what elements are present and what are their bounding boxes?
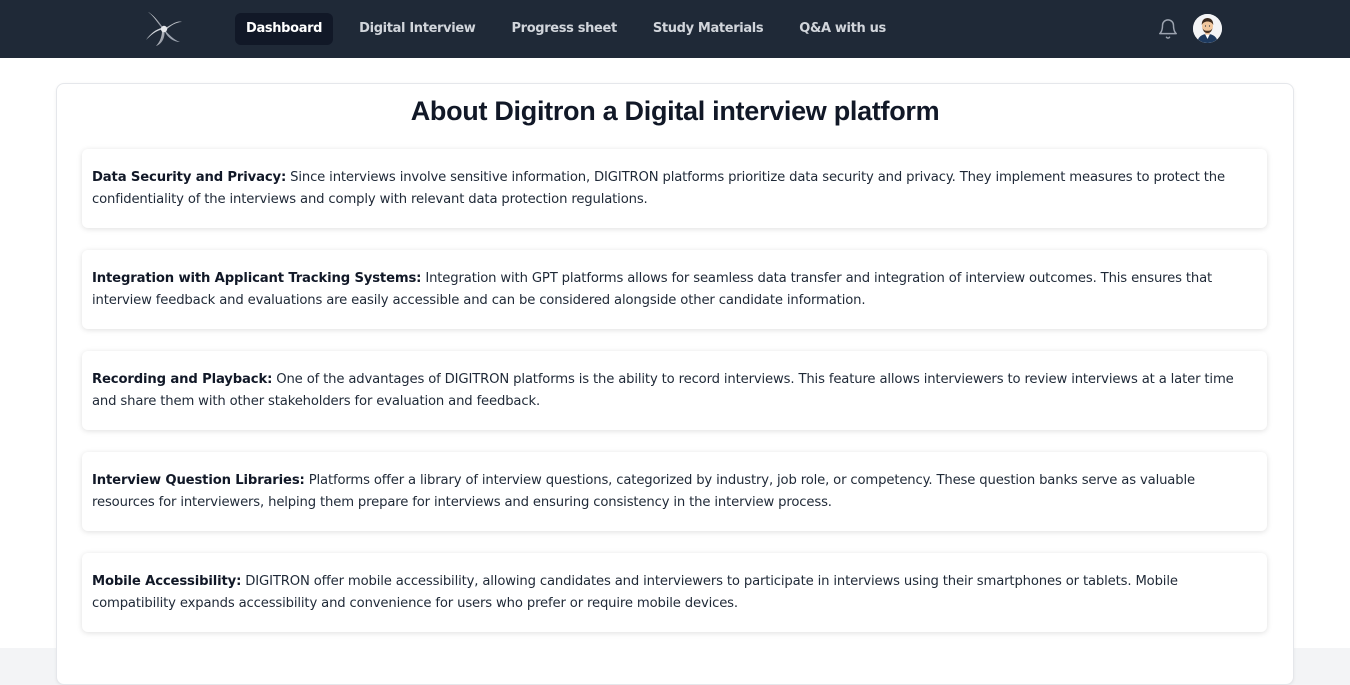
bell-icon[interactable] xyxy=(1157,18,1179,40)
top-navbar: Dashboard Digital Interview Progress she… xyxy=(0,0,1350,58)
feature-heading: Recording and Playback: xyxy=(92,372,273,387)
user-avatar[interactable] xyxy=(1193,14,1222,43)
feature-card-mobile-accessibility: Mobile Accessibility: DIGITRON offer mob… xyxy=(82,553,1267,632)
feature-card-data-security: Data Security and Privacy: Since intervi… xyxy=(82,149,1267,228)
page-title: About Digitron a Digital interview platf… xyxy=(410,96,940,126)
feature-heading: Integration with Applicant Tracking Syst… xyxy=(92,271,422,286)
nav-item-dashboard[interactable]: Dashboard xyxy=(235,13,334,45)
nav-item-digital-interview[interactable]: Digital Interview xyxy=(348,13,486,45)
swirl-logo-icon[interactable] xyxy=(144,10,184,48)
feature-text: DIGITRON offer mobile accessibility, all… xyxy=(92,574,1178,611)
nav-item-qa-with-us[interactable]: Q&A with us xyxy=(788,13,897,45)
feature-heading: Interview Question Libraries: xyxy=(92,473,305,488)
feature-heading: Data Security and Privacy: xyxy=(92,170,287,185)
nav-item-progress-sheet[interactable]: Progress sheet xyxy=(500,13,627,45)
nav-menu: Dashboard Digital Interview Progress she… xyxy=(235,13,900,45)
feature-card-question-libraries: Interview Question Libraries: Platforms … xyxy=(82,452,1267,531)
feature-card-ats-integration: Integration with Applicant Tracking Syst… xyxy=(82,250,1267,329)
nav-item-study-materials[interactable]: Study Materials xyxy=(642,13,774,45)
feature-heading: Mobile Accessibility: xyxy=(92,574,242,589)
feature-card-recording-playback: Recording and Playback: One of the advan… xyxy=(82,351,1267,430)
